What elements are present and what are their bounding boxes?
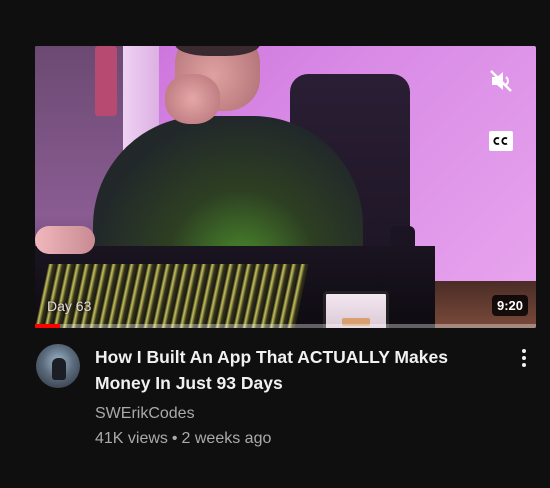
thumbnail-overlay-text: Day 63 xyxy=(47,298,92,314)
upload-age: 2 weeks ago xyxy=(181,430,272,447)
more-vert-icon[interactable] xyxy=(512,346,536,370)
channel-name[interactable]: SWErikCodes xyxy=(95,405,195,423)
video-metadata: 41K views • 2 weeks ago xyxy=(95,430,271,448)
thumbnail-scene-detail xyxy=(35,264,309,328)
watch-progress-fill xyxy=(35,324,61,328)
closed-captions-icon[interactable] xyxy=(489,131,513,151)
video-thumbnail[interactable]: Day 63 9:20 xyxy=(35,46,536,328)
watch-progress-bar xyxy=(35,324,536,328)
volume-muted-icon[interactable] xyxy=(487,66,517,96)
duration-badge: 9:20 xyxy=(491,295,528,316)
channel-avatar[interactable] xyxy=(36,344,80,388)
video-card[interactable]: Day 63 9:20 How I Built An App That ACTU… xyxy=(0,0,550,488)
video-title-line-2: Money In Just 93 Days xyxy=(95,373,283,393)
thumbnail-scene-detail xyxy=(323,291,389,328)
thumbnail-scene-detail xyxy=(165,74,220,124)
meta-separator: • xyxy=(171,430,178,447)
thumbnail-scene-detail xyxy=(35,226,95,254)
thumbnail-scene-detail xyxy=(95,46,117,116)
view-count: 41K views xyxy=(95,430,168,447)
video-title[interactable]: How I Built An App That ACTUALLY Makes M… xyxy=(95,344,495,396)
avatar-figure xyxy=(52,358,66,380)
video-title-line-1: How I Built An App That ACTUALLY Makes xyxy=(95,347,448,367)
